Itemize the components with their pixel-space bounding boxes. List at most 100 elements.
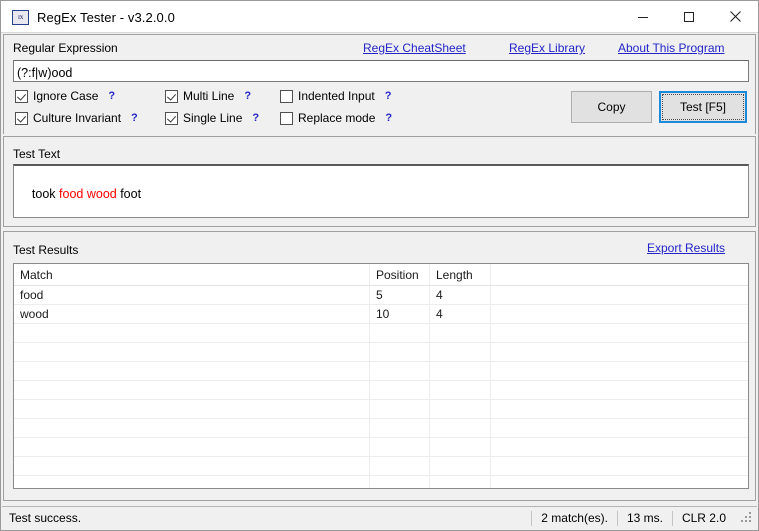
table-row-empty[interactable]	[14, 400, 748, 419]
option-label-culture-invariant: Culture Invariant	[33, 111, 122, 125]
app-icon-text: rx	[18, 12, 23, 21]
cell-empty	[370, 362, 430, 380]
checkbox-single-line[interactable]	[165, 111, 178, 125]
status-bar: Test success. 2 match(es). 13 ms. CLR 2.…	[2, 506, 757, 529]
copy-button-label: Copy	[597, 100, 626, 114]
resize-grip-icon[interactable]	[739, 510, 755, 526]
option-label-multi-line: Multi Line	[183, 89, 235, 103]
status-match-count: 2 match(es).	[531, 510, 617, 526]
copy-button[interactable]: Copy	[571, 91, 652, 123]
cell-empty	[14, 419, 370, 437]
cell-empty	[491, 343, 748, 361]
checkbox-replace-mode[interactable]	[280, 111, 293, 125]
cell-empty	[14, 362, 370, 380]
table-row-empty[interactable]	[14, 457, 748, 476]
close-button[interactable]	[712, 1, 758, 32]
table-row[interactable]: food 5 4	[14, 286, 748, 305]
cell-empty	[14, 400, 370, 418]
table-row[interactable]: wood 10 4	[14, 305, 748, 324]
test-text-label: Test Text	[13, 147, 61, 161]
cell-match: wood	[14, 305, 370, 323]
test-button[interactable]: Test [F5]	[659, 91, 747, 123]
link-export-results[interactable]: Export Results	[647, 241, 725, 255]
column-header-length[interactable]: Length	[430, 264, 491, 285]
regular-expression-label: Regular Expression	[13, 41, 118, 55]
option-indented-input[interactable]: Indented Input ?	[280, 89, 391, 103]
cell-spacer	[491, 286, 748, 304]
minimize-button[interactable]	[620, 1, 666, 32]
cell-length: 4	[430, 305, 491, 323]
option-multi-line[interactable]: Multi Line ?	[165, 89, 251, 103]
window-title: RegEx Tester - v3.2.0.0	[37, 9, 175, 25]
test-text-match-0: food	[59, 187, 84, 201]
cell-empty	[491, 419, 748, 437]
regex-app-icon: rx	[12, 9, 29, 25]
maximize-button[interactable]	[666, 1, 712, 32]
close-icon	[729, 10, 742, 23]
test-results-label: Test Results	[13, 243, 79, 257]
option-label-single-line: Single Line	[183, 111, 243, 125]
cell-match: food	[14, 286, 370, 304]
cell-empty	[370, 419, 430, 437]
table-row-empty[interactable]	[14, 419, 748, 438]
table-row-empty[interactable]	[14, 324, 748, 343]
help-icon-indented-input[interactable]: ?	[385, 90, 392, 102]
cell-empty	[370, 343, 430, 361]
cell-empty	[430, 419, 491, 437]
column-header-position[interactable]: Position	[370, 264, 430, 285]
cell-empty	[430, 324, 491, 342]
cell-empty	[370, 476, 430, 488]
option-ignore-case[interactable]: Ignore Case ?	[15, 89, 115, 103]
table-row-empty[interactable]	[14, 476, 748, 488]
cell-spacer	[491, 305, 748, 323]
link-regex-library[interactable]: RegEx Library	[509, 41, 585, 55]
checkbox-culture-invariant[interactable]	[15, 111, 28, 125]
checkbox-ignore-case[interactable]	[15, 89, 28, 103]
link-about-this-program[interactable]: About This Program	[618, 41, 725, 55]
cell-empty	[14, 476, 370, 488]
table-row-empty[interactable]	[14, 343, 748, 362]
cell-empty	[430, 343, 491, 361]
cell-empty	[14, 381, 370, 399]
help-icon-ignore-case[interactable]: ?	[108, 90, 115, 102]
cell-empty	[370, 381, 430, 399]
cell-empty	[491, 324, 748, 342]
maximize-icon	[683, 11, 695, 23]
table-row-empty[interactable]	[14, 362, 748, 381]
table-row-empty[interactable]	[14, 438, 748, 457]
link-regex-cheatsheet[interactable]: RegEx CheatSheet	[363, 41, 466, 55]
cell-empty	[491, 438, 748, 456]
option-single-line[interactable]: Single Line ?	[165, 111, 259, 125]
help-icon-single-line[interactable]: ?	[252, 112, 259, 124]
status-runtime-version: CLR 2.0	[671, 510, 735, 526]
help-icon-culture-invariant[interactable]: ?	[131, 112, 138, 124]
cell-position: 10	[370, 305, 430, 323]
test-text-part-2: foot	[116, 187, 142, 201]
cell-empty	[430, 362, 491, 380]
help-icon-replace-mode[interactable]: ?	[385, 112, 392, 124]
results-grid[interactable]: Match Position Length food 5 4 wood 10 4	[13, 263, 749, 489]
option-culture-invariant[interactable]: Culture Invariant ?	[15, 111, 138, 125]
cell-empty	[370, 457, 430, 475]
cell-empty	[370, 324, 430, 342]
titlebar-divider	[1, 32, 758, 33]
help-icon-multi-line[interactable]: ?	[244, 90, 251, 102]
test-text-input[interactable]: took food wood foot	[13, 164, 749, 218]
cell-empty	[430, 457, 491, 475]
column-header-spacer	[491, 264, 748, 285]
checkbox-indented-input[interactable]	[280, 89, 293, 103]
table-row-empty[interactable]	[14, 381, 748, 400]
cell-empty	[491, 381, 748, 399]
test-text-part-0: took	[31, 187, 60, 201]
option-label-indented-input: Indented Input	[298, 89, 375, 103]
cell-empty	[430, 438, 491, 456]
column-header-match[interactable]: Match	[14, 264, 370, 285]
cell-empty	[491, 400, 748, 418]
checkbox-multi-line[interactable]	[165, 89, 178, 103]
option-replace-mode[interactable]: Replace mode ?	[280, 111, 392, 125]
cell-position: 5	[370, 286, 430, 304]
cell-empty	[14, 438, 370, 456]
regex-pattern-input[interactable]	[13, 60, 749, 82]
focus-ring	[662, 94, 744, 120]
regex-tester-window: rx RegEx Tester - v3.2.0.0 Regular Expre…	[0, 0, 759, 531]
